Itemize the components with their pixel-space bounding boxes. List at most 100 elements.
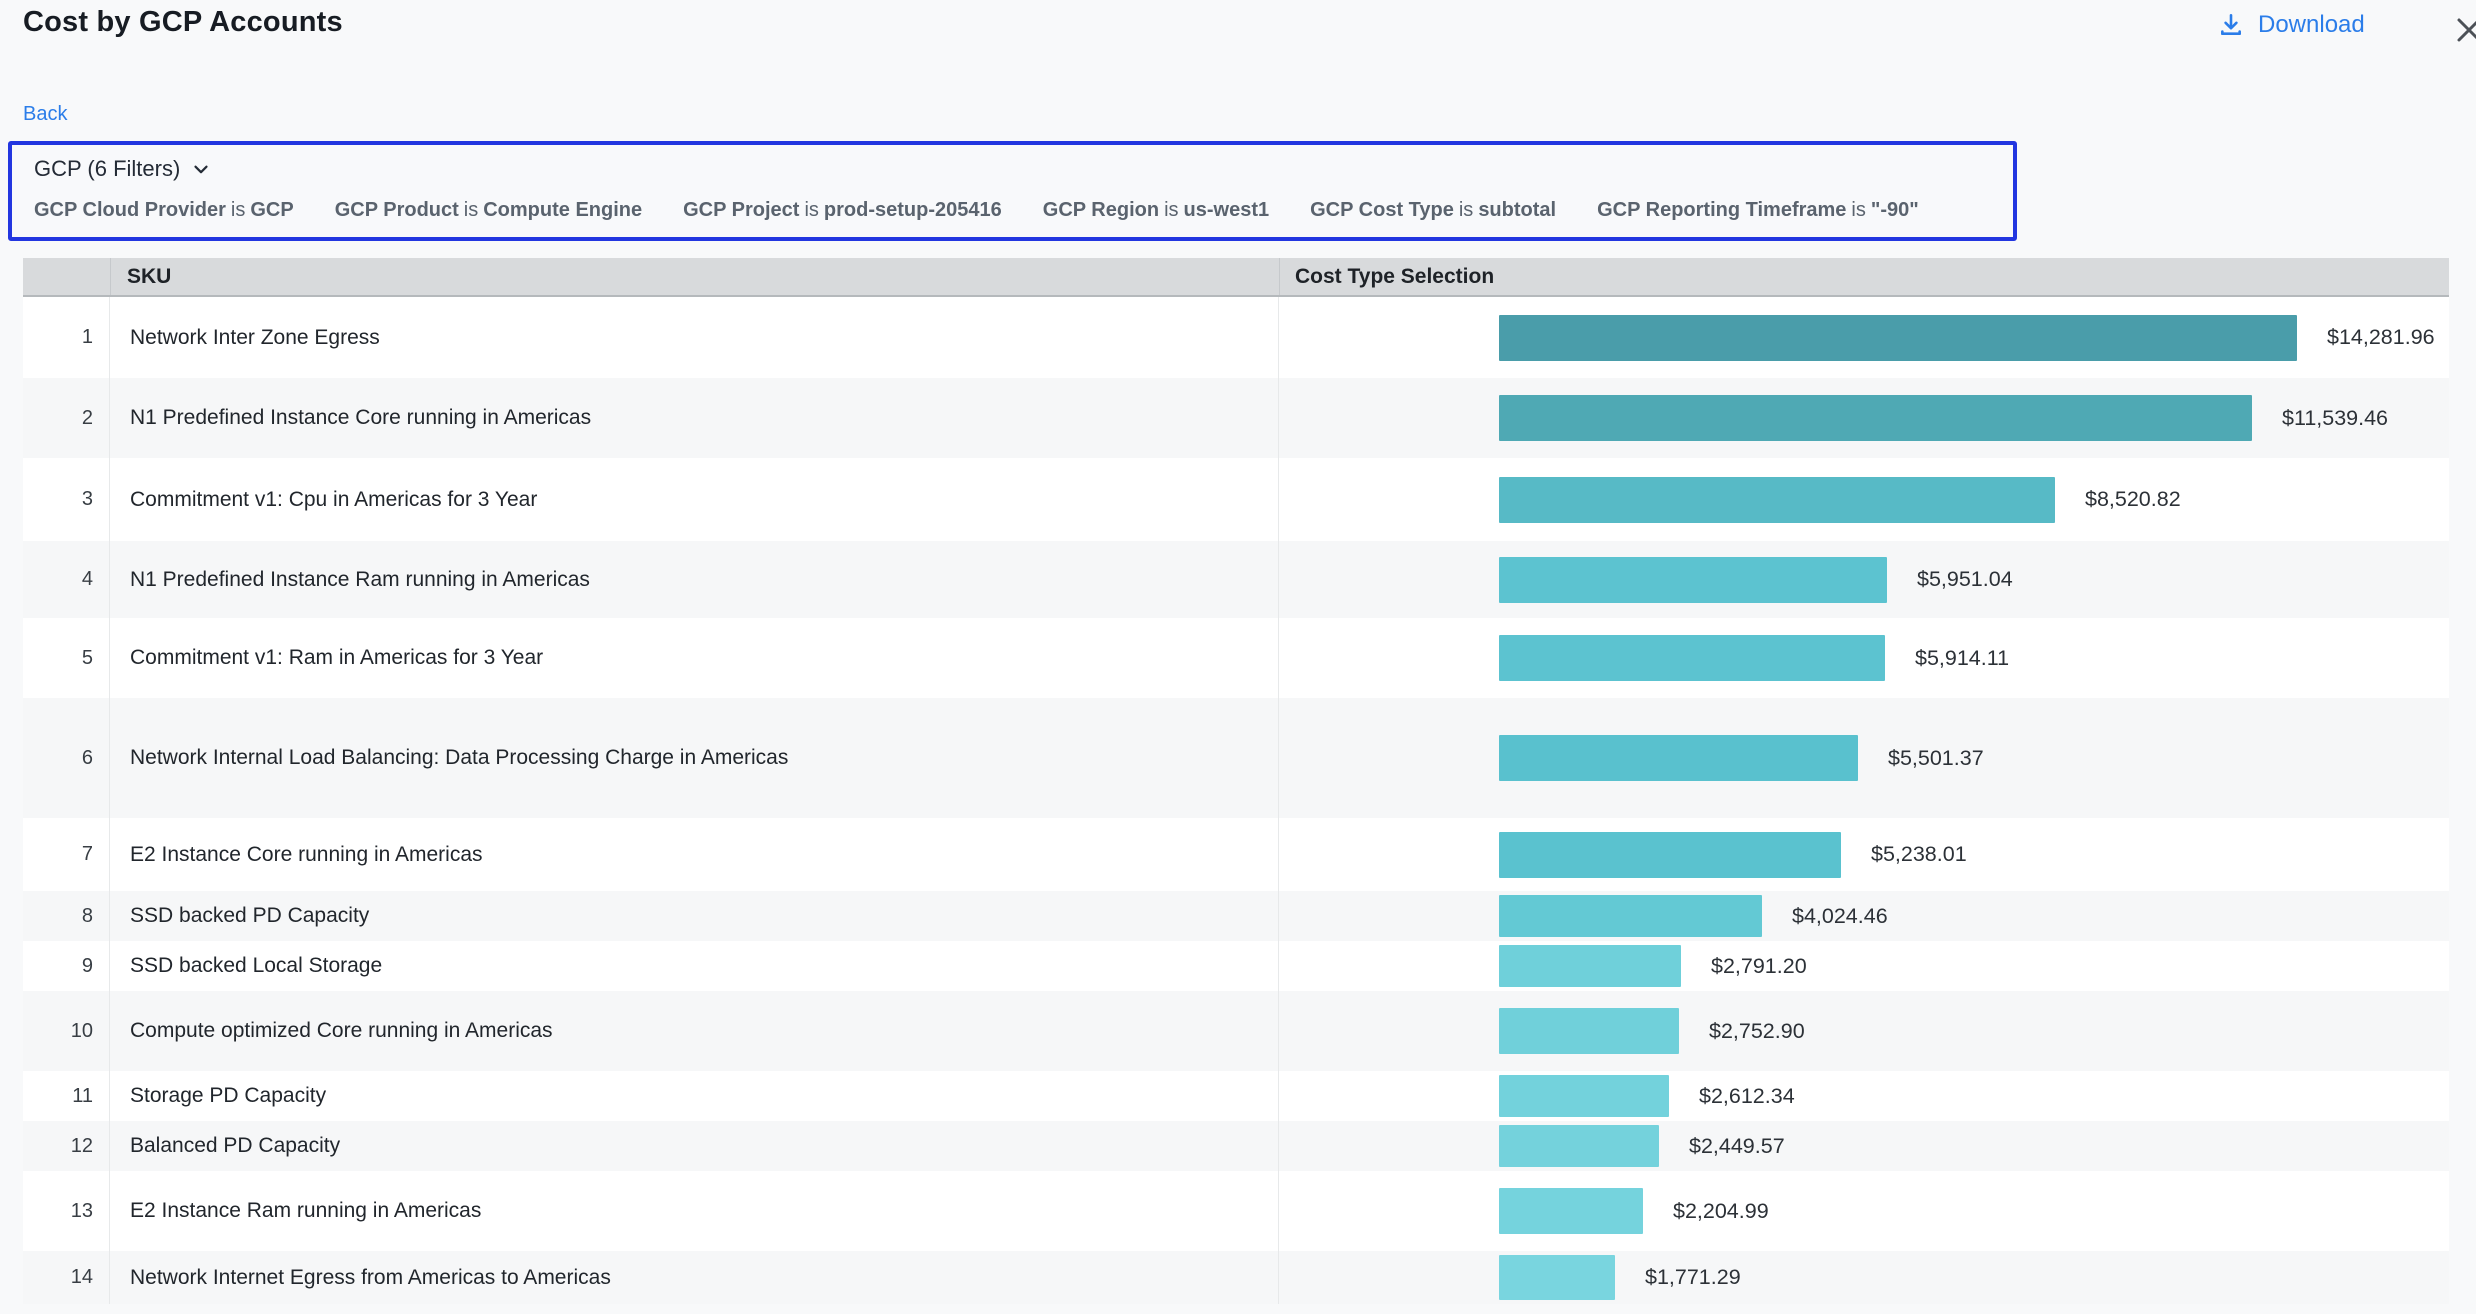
filter-item[interactable]: GCP Projectisprod-setup-205416: [683, 199, 1002, 222]
filter-value: us-west1: [1184, 199, 1270, 221]
cost-bar[interactable]: [1499, 557, 1887, 603]
filter-field: GCP Project: [683, 199, 799, 221]
filter-item[interactable]: GCP Cloud ProviderisGCP: [34, 199, 294, 222]
cost-bar[interactable]: [1499, 1188, 1643, 1234]
cost-bar[interactable]: [1499, 477, 2055, 523]
table-row[interactable]: 3Commitment v1: Cpu in Americas for 3 Ye…: [23, 458, 2449, 541]
cost-value-label: $5,951.04: [1917, 567, 2013, 592]
filter-field: GCP Cloud Provider: [34, 199, 226, 221]
cost-bar-cell: $5,914.11: [1279, 618, 2449, 698]
cost-bar[interactable]: [1499, 315, 2297, 361]
sku-cell: Network Internal Load Balancing: Data Pr…: [110, 698, 1279, 818]
cost-value-label: $2,612.34: [1699, 1084, 1795, 1109]
download-label: Download: [2258, 11, 2365, 39]
filter-operator: is: [226, 199, 250, 221]
filter-item[interactable]: GCP Reporting Timeframeis"-90": [1597, 199, 1919, 222]
cost-table: SKU Cost Type Selection 1Network Inter Z…: [23, 258, 2449, 1304]
modal-titlebar: Cost by GCP Accounts Download: [23, 2, 2456, 54]
sku-cell: Compute optimized Core running in Americ…: [110, 991, 1279, 1071]
row-index: 3: [23, 458, 110, 541]
download-icon: [2218, 11, 2244, 39]
table-row[interactable]: 8SSD backed PD Capacity$4,024.46: [23, 891, 2449, 941]
sku-cell: Commitment v1: Ram in Americas for 3 Yea…: [110, 618, 1279, 698]
cost-bar[interactable]: [1499, 1075, 1669, 1117]
sku-cell: Storage PD Capacity: [110, 1071, 1279, 1121]
back-link[interactable]: Back: [23, 103, 67, 126]
cost-bar[interactable]: [1499, 395, 2252, 441]
table-row[interactable]: 2N1 Predefined Instance Core running in …: [23, 378, 2449, 458]
table-header-sku[interactable]: SKU: [111, 258, 1280, 295]
cost-bar[interactable]: [1499, 1255, 1615, 1300]
filter-item[interactable]: GCP Regionisus-west1: [1043, 199, 1269, 222]
cost-bar[interactable]: [1499, 1008, 1679, 1054]
row-index: 5: [23, 618, 110, 698]
cost-value-label: $8,520.82: [2085, 487, 2181, 512]
cost-bar-cell: $8,520.82: [1279, 458, 2449, 541]
cost-bar-cell: $5,501.37: [1279, 698, 2449, 818]
table-row[interactable]: 11Storage PD Capacity $2,612.34: [23, 1071, 2449, 1121]
table-row[interactable]: 1Network Inter Zone Egress$14,281.96: [23, 297, 2449, 378]
table-header-index-column: [23, 258, 111, 295]
sku-cell: Network Inter Zone Egress: [110, 297, 1279, 378]
cost-bar[interactable]: [1499, 635, 1885, 681]
table-row[interactable]: 4N1 Predefined Instance Ram running in A…: [23, 541, 2449, 618]
cost-value-label: $11,539.46: [2282, 406, 2388, 431]
close-button[interactable]: [2447, 8, 2476, 52]
row-index: 7: [23, 818, 110, 891]
cost-value-label: $2,791.20: [1711, 954, 1807, 979]
row-index: 13: [23, 1171, 110, 1251]
row-index: 1: [23, 297, 110, 378]
filter-item[interactable]: GCP ProductisCompute Engine: [335, 199, 642, 222]
table-body: 1Network Inter Zone Egress$14,281.962N1 …: [23, 297, 2449, 1304]
sku-cell: E2 Instance Ram running in Americas: [110, 1171, 1279, 1251]
sku-cell: E2 Instance Core running in Americas: [110, 818, 1279, 891]
filter-item[interactable]: GCP Cost Typeissubtotal: [1310, 199, 1556, 222]
filter-group-dropdown[interactable]: GCP (6 Filters): [34, 156, 212, 182]
row-index: 2: [23, 378, 110, 458]
chevron-down-icon: [190, 158, 212, 180]
page-title: Cost by GCP Accounts: [23, 2, 2456, 39]
filter-operator: is: [459, 199, 483, 221]
cost-value-label: $5,238.01: [1871, 842, 1967, 867]
cost-bar-cell: $4,024.46: [1279, 891, 2449, 941]
sku-cell: N1 Predefined Instance Core running in A…: [110, 378, 1279, 458]
cost-bar[interactable]: [1499, 735, 1858, 781]
table-row[interactable]: 6Network Internal Load Balancing: Data P…: [23, 698, 2449, 818]
cost-bar-cell: $14,281.96: [1279, 297, 2449, 378]
cost-value-label: $4,024.46: [1792, 904, 1888, 929]
table-row[interactable]: 10Compute optimized Core running in Amer…: [23, 991, 2449, 1071]
filter-operator: is: [1159, 199, 1183, 221]
filter-operator: is: [1846, 199, 1870, 221]
filter-value: Compute Engine: [483, 199, 642, 221]
sku-cell: Commitment v1: Cpu in Americas for 3 Yea…: [110, 458, 1279, 541]
cost-bar-cell: $5,951.04: [1279, 541, 2449, 618]
cost-bar[interactable]: [1499, 895, 1762, 937]
table-row[interactable]: 13E2 Instance Ram running in Americas $2,…: [23, 1171, 2449, 1251]
filter-field: GCP Region: [1043, 199, 1159, 221]
table-row[interactable]: 7E2 Instance Core running in Americas $5,…: [23, 818, 2449, 891]
filter-value: "-90": [1871, 199, 1919, 221]
cost-bar-cell: $11,539.46: [1279, 378, 2449, 458]
row-index: 10: [23, 991, 110, 1071]
table-row[interactable]: 12Balanced PD Capacity$2,449.57: [23, 1121, 2449, 1171]
row-index: 8: [23, 891, 110, 941]
row-index: 6: [23, 698, 110, 818]
sku-cell: Balanced PD Capacity: [110, 1121, 1279, 1171]
cost-bar[interactable]: [1499, 832, 1841, 878]
download-button[interactable]: Download: [2212, 10, 2371, 40]
cost-bar[interactable]: [1499, 945, 1681, 987]
table-header-cost-type-selection[interactable]: Cost Type Selection: [1280, 258, 2449, 295]
filter-field: GCP Reporting Timeframe: [1597, 199, 1846, 221]
table-row[interactable]: 9SSD backed Local Storage$2,791.20: [23, 941, 2449, 991]
table-row[interactable]: 14Network Internet Egress from Americas …: [23, 1251, 2449, 1304]
table-row[interactable]: 5Commitment v1: Ram in Americas for 3 Ye…: [23, 618, 2449, 698]
filter-list: GCP Cloud ProviderisGCP GCP ProductisComp…: [34, 199, 2013, 222]
cost-bar-cell: $5,238.01: [1279, 818, 2449, 891]
cost-bar[interactable]: [1499, 1125, 1659, 1167]
sku-cell: N1 Predefined Instance Ram running in Am…: [110, 541, 1279, 618]
cost-bar-cell: $2,204.99: [1279, 1171, 2449, 1251]
cost-bar-cell: $2,791.20: [1279, 941, 2449, 991]
cost-value-label: $2,204.99: [1673, 1199, 1769, 1224]
row-index: 12: [23, 1121, 110, 1171]
row-index: 11: [23, 1071, 110, 1121]
